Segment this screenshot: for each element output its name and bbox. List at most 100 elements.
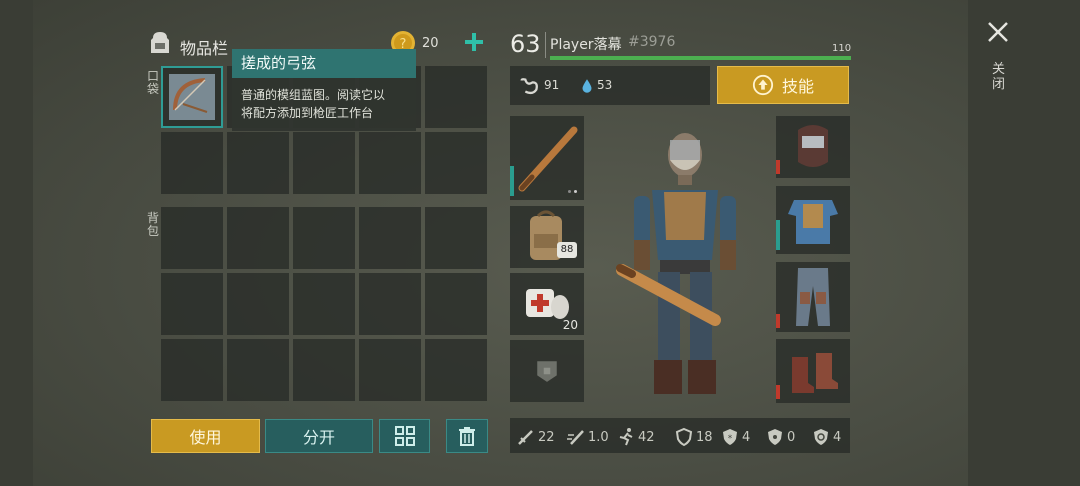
armor-value: 18 <box>696 429 713 445</box>
radiation-shield-icon <box>768 429 782 445</box>
quick-slot-medkit[interactable]: 20 <box>510 273 584 335</box>
tooltip-item-name: 搓成的弓弦 <box>232 49 416 78</box>
shield-icon <box>675 427 693 447</box>
pocket-slot-9[interactable] <box>359 132 421 194</box>
chest-armor-slot[interactable] <box>776 186 850 254</box>
radiation-resist-stat: 0 <box>765 427 795 447</box>
backpack-slot-4[interactable] <box>359 207 421 269</box>
player-tag: #3976 <box>628 34 676 50</box>
backpack-slot-15[interactable] <box>425 339 487 401</box>
backpack-slot-9[interactable] <box>359 273 421 335</box>
close-icon <box>988 22 1008 42</box>
backpack-slot-3[interactable] <box>293 207 355 269</box>
backpack-slot-1[interactable] <box>161 207 223 269</box>
character-model <box>600 120 770 405</box>
pants-icon <box>796 268 830 326</box>
backpack-slot-14[interactable] <box>359 339 421 401</box>
pocket-slot-7[interactable] <box>227 132 289 194</box>
hp-bar-track <box>550 56 851 60</box>
hunger-value: 91 <box>544 78 560 92</box>
water-drop-icon <box>582 79 592 93</box>
attack-speed-stat: 1.0 <box>566 427 609 447</box>
pants-slot[interactable] <box>776 262 850 332</box>
fast-sword-icon <box>567 430 584 445</box>
split-button[interactable]: 分开 <box>265 419 373 453</box>
backpack-item-icon <box>530 210 562 260</box>
damage-stat: 22 <box>516 427 555 447</box>
backpack-slot-11[interactable] <box>161 339 223 401</box>
backpack-slot-2[interactable] <box>227 207 289 269</box>
add-coins-button[interactable] <box>462 30 486 56</box>
backpack-slot-10[interactable] <box>425 273 487 335</box>
backpack-icon <box>146 28 174 56</box>
biohazard-shield-icon <box>814 429 828 445</box>
delete-button[interactable] <box>446 419 488 453</box>
backpack-slot-13[interactable] <box>293 339 355 401</box>
pocket-slot-1[interactable] <box>161 66 223 128</box>
player-level: 63 <box>510 30 541 58</box>
needs-panel: 91 53 <box>510 66 710 105</box>
baseball-bat-icon <box>518 126 578 192</box>
toxic-resist-stat: 4 <box>811 427 841 447</box>
boots-slot[interactable] <box>776 339 850 403</box>
backpack-slot-12[interactable] <box>227 339 289 401</box>
pocket-slot-6[interactable] <box>161 132 223 194</box>
stomach-icon <box>520 78 538 95</box>
pocket-label: 口袋 <box>146 69 159 96</box>
toxic-resist-value: 4 <box>833 429 842 445</box>
pocket-placeholder-icon <box>537 361 557 382</box>
attack-speed-value: 1.0 <box>588 429 609 445</box>
helmet-icon <box>798 125 828 167</box>
ammo-dots <box>568 190 580 194</box>
medkit-count: 20 <box>562 318 578 332</box>
pocket-slot-10[interactable] <box>425 132 487 194</box>
backpack-capacity-badge: 88 <box>557 242 577 258</box>
move-speed-value: 42 <box>638 429 655 445</box>
running-icon <box>619 428 633 446</box>
svg-text:*: * <box>728 434 733 444</box>
close-label: 关闭 <box>992 62 1006 92</box>
thirst-value: 53 <box>597 78 613 92</box>
trash-icon <box>459 427 475 446</box>
player-name-divider <box>545 32 546 58</box>
bowstring-blueprint-icon <box>169 74 215 120</box>
tooltip-description-line2: 将配方添加到枪匠工作台 <box>241 106 374 120</box>
plus-icon <box>465 33 483 51</box>
backpack-slot-6[interactable] <box>161 273 223 335</box>
arrow-up-circle-icon <box>752 74 774 96</box>
coin-value: 20 <box>422 36 439 51</box>
armor-stat: 18 <box>674 427 713 447</box>
tooltip-description: 普通的模组蓝图。阅读它以 将配方添加到枪匠工作台 <box>232 78 416 131</box>
use-button[interactable]: 使用 <box>151 419 260 453</box>
close-button[interactable]: 关闭 <box>986 20 1012 100</box>
backpack-slot-5[interactable] <box>425 207 487 269</box>
boots-icon <box>792 353 838 393</box>
inventory-title: 物品栏 <box>180 39 229 58</box>
hp-bar-fill <box>550 56 851 60</box>
grid-sort-icon <box>394 426 415 446</box>
backpack-slot-8[interactable] <box>293 273 355 335</box>
helmet-slot[interactable] <box>776 116 850 178</box>
backpack-label: 背包 <box>146 211 159 238</box>
player-name: Player落幕 <box>550 37 622 53</box>
tooltip-description-line1: 普通的模组蓝图。阅读它以 <box>241 88 386 102</box>
backpack-equip-slot[interactable]: 88 <box>510 206 584 268</box>
hp-value: 110 <box>832 43 852 54</box>
chest-armor-icon <box>788 200 838 244</box>
radiation-resist-value: 0 <box>787 429 796 445</box>
weapon-slot[interactable] <box>510 116 584 200</box>
move-speed-stat: 42 <box>616 427 655 447</box>
skills-label: 技能 <box>781 77 814 96</box>
quick-slot-empty[interactable] <box>510 340 584 402</box>
cold-resist-stat: * 4 <box>720 427 750 447</box>
pocket-slot-8[interactable] <box>293 132 355 194</box>
cold-resist-value: 4 <box>742 429 751 445</box>
skills-button[interactable]: 技能 <box>717 66 849 104</box>
item-tooltip: 搓成的弓弦 普通的模组蓝图。阅读它以 将配方添加到枪匠工作台 <box>232 49 416 131</box>
pocket-slot-5[interactable] <box>425 66 487 128</box>
sort-button[interactable] <box>379 419 430 453</box>
sword-icon <box>518 430 533 445</box>
snowflake-shield-icon: * <box>723 429 737 445</box>
damage-value: 22 <box>538 429 555 445</box>
backpack-slot-7[interactable] <box>227 273 289 335</box>
